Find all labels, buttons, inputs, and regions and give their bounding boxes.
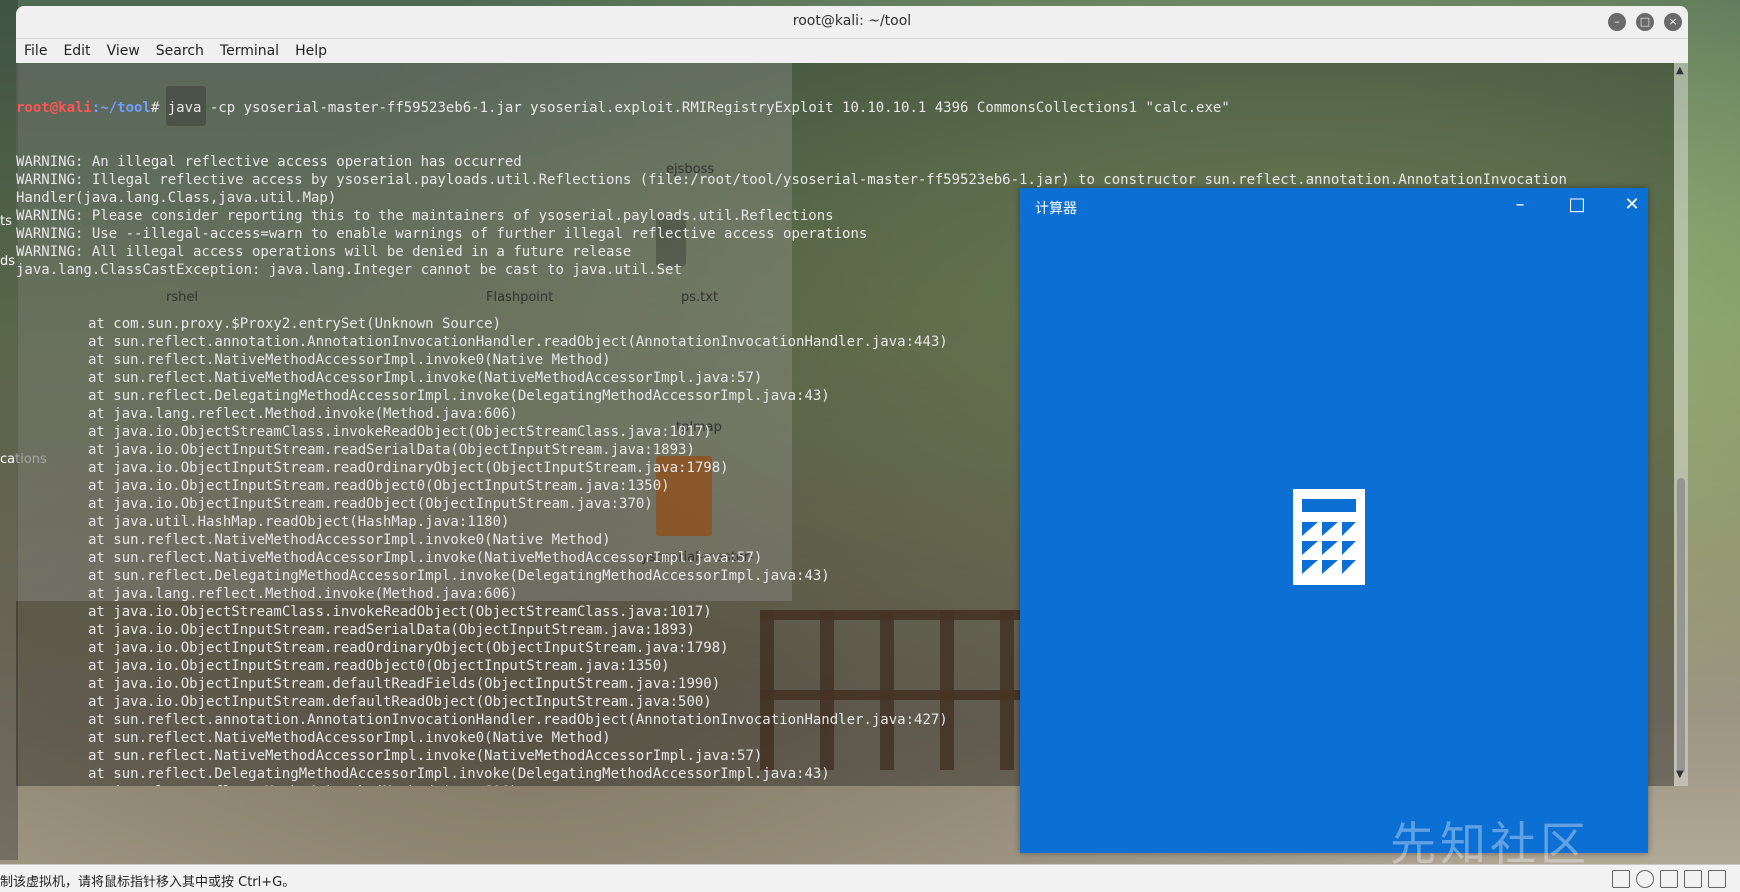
minimize-icon[interactable]: – <box>1608 13 1626 31</box>
vm-status-bar: 制该虚拟机，请将鼠标指针移入其中或按 Ctrl+G。 <box>0 864 1740 892</box>
menu-search[interactable]: Search <box>148 39 212 59</box>
menu-view[interactable]: View <box>99 39 148 59</box>
left-fragment-text: ds <box>0 254 16 269</box>
maximize-icon[interactable]: □ <box>1636 13 1654 31</box>
menu-edit[interactable]: Edit <box>55 39 98 59</box>
left-fragment-text: ts <box>0 214 12 229</box>
close-icon[interactable]: × <box>1664 13 1682 31</box>
menu-file[interactable]: File <box>16 39 55 59</box>
window-title: root@kali: ~/tool <box>792 13 912 29</box>
scroll-thumb[interactable] <box>1677 478 1685 773</box>
calculator-window[interactable]: 计算器 – □ ✕ <box>1020 188 1648 853</box>
network-icon[interactable] <box>1660 870 1678 888</box>
command-text: java -cp ysoserial-master-ff59523eb6-1.j… <box>159 100 1230 116</box>
terminal-scrollbar[interactable]: ▲ ▼ <box>1674 63 1688 786</box>
prompt-line: root@kali:~/tool# java -cp ysoserial-mas… <box>16 99 1674 117</box>
menu-help[interactable]: Help <box>287 39 335 59</box>
cdrom-icon[interactable] <box>1636 870 1654 888</box>
scroll-up-icon[interactable]: ▲ <box>1676 65 1684 76</box>
hdd-icon[interactable] <box>1612 870 1630 888</box>
prompt-user-host: root@kali <box>16 100 92 116</box>
printer-icon[interactable] <box>1708 870 1726 888</box>
usb-icon[interactable] <box>1684 870 1702 888</box>
output-line: WARNING: Illegal reflective access by ys… <box>16 172 1567 188</box>
terminal-titlebar[interactable]: root@kali: ~/tool – □ × <box>16 6 1688 39</box>
calc-maximize-icon[interactable]: □ <box>1562 194 1592 215</box>
menu-terminal[interactable]: Terminal <box>212 39 287 59</box>
calc-close-icon[interactable]: ✕ <box>1617 194 1647 215</box>
scroll-down-icon[interactable]: ▼ <box>1676 769 1684 780</box>
menu-bar: File Edit View Search Terminal Help <box>16 39 1688 63</box>
vm-status-text: 制该虚拟机，请将鼠标指针移入其中或按 Ctrl+G。 <box>0 875 296 890</box>
output-line: WARNING: An illegal reflective access op… <box>16 154 522 170</box>
calc-minimize-icon[interactable]: – <box>1505 194 1535 215</box>
prompt-path: :~/tool <box>91 100 151 116</box>
calculator-app-icon <box>1293 489 1365 585</box>
calculator-title: 计算器 <box>1035 201 1077 217</box>
